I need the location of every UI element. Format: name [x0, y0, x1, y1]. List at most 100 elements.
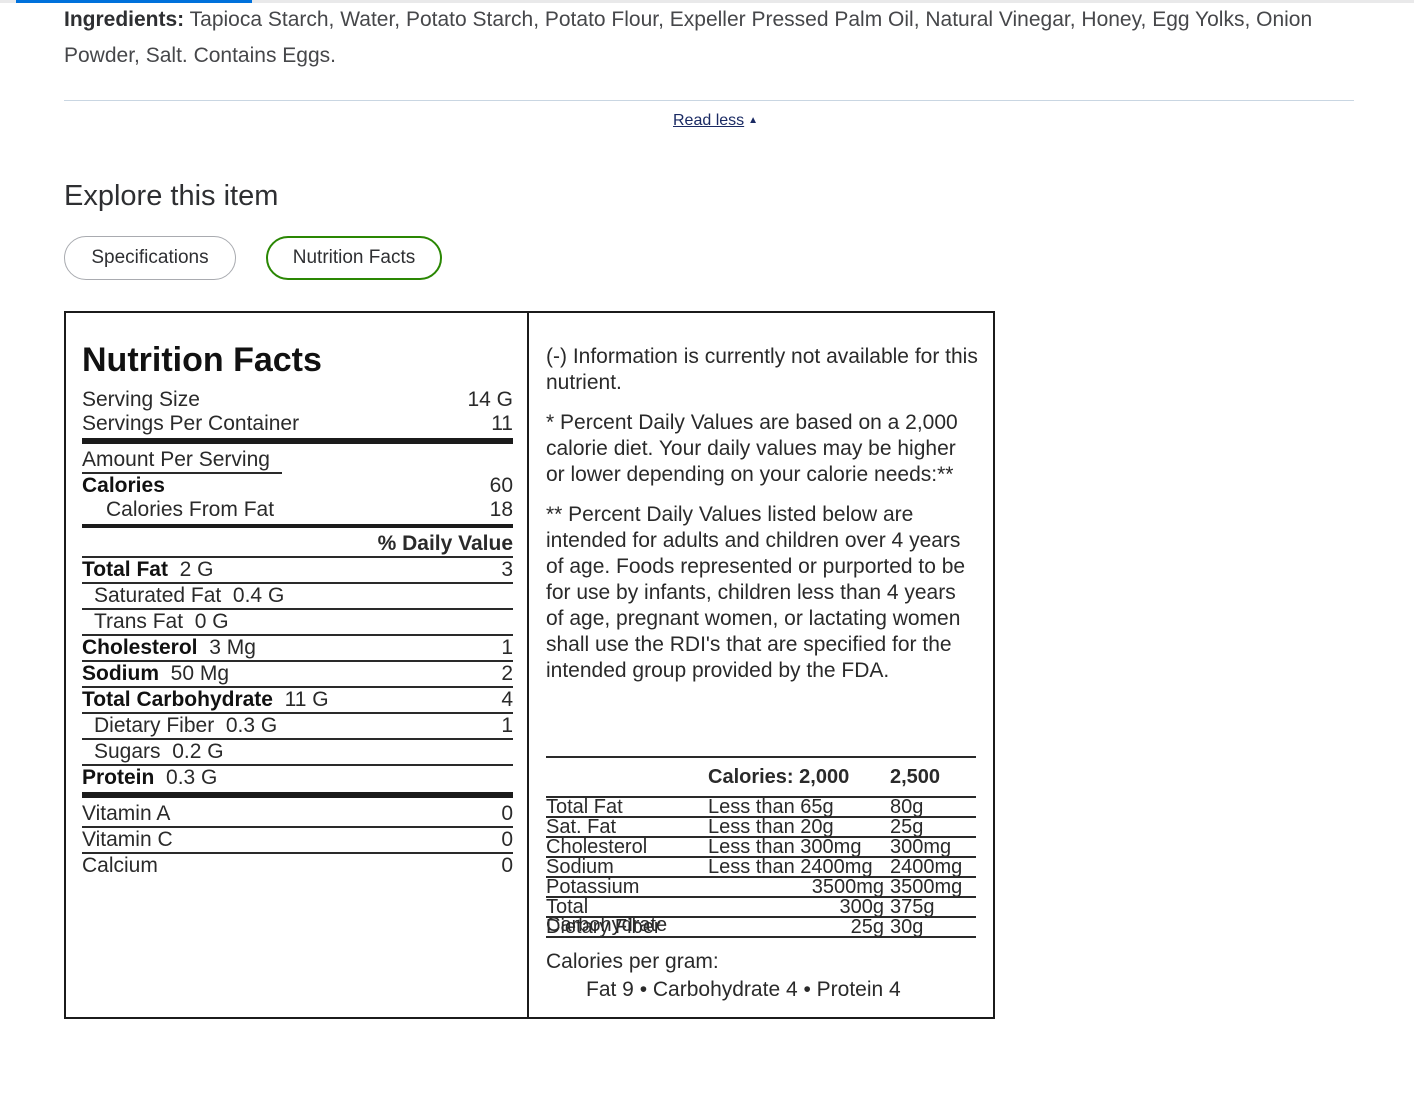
calories-value: 60 — [489, 474, 513, 497]
dv-limit: 3500mg — [811, 876, 884, 898]
nutrient-amount: 0.4 G — [232, 584, 285, 607]
servings-label: Servings Per Container — [82, 412, 300, 435]
nutrient-amount: 0 G — [194, 610, 229, 633]
serving-size-label: Serving Size — [82, 388, 200, 411]
dv-nutrient: Total Fat — [546, 796, 623, 818]
dv-nutrient: Sat. Fat — [546, 816, 617, 838]
nutrient-row: Cholesterol 3 Mg 1 — [82, 636, 513, 662]
dv-high: 2400mg — [890, 856, 963, 878]
calories-row: Calories 60 — [82, 474, 513, 498]
read-less-link[interactable]: Read less ▲ — [673, 112, 758, 130]
daily-values-row: Dietary Fiber 25g 30g — [546, 916, 976, 938]
dv-high: 30g — [890, 916, 924, 938]
nutrient-name: Sugars — [94, 740, 161, 763]
nutrient-name: Total Fat — [82, 558, 168, 581]
nutrient-dv: 1 — [501, 714, 513, 737]
ingredients-label: Ingredients: — [64, 8, 185, 31]
dv-limit: Less than 2400mg — [708, 856, 873, 878]
nutrient-row: Trans Fat 0 G — [82, 610, 513, 636]
dv-nutrient: Dietary Fiber — [546, 916, 661, 938]
servings-value: 11 — [491, 412, 513, 435]
header-calories-2000: Calories: 2,000 — [708, 765, 850, 788]
amount-per-serving-label: Amount Per Serving — [82, 448, 270, 471]
dv-high: 80g — [890, 796, 924, 818]
daily-values-row: Total Fat Less than 65g 80g — [546, 796, 976, 818]
nutrient-name: Saturated Fat — [94, 584, 222, 607]
daily-values-table: Calories: 2,000 2,500 Total Fat Less tha… — [546, 756, 976, 938]
pdv-adults-note: ** Percent Daily Values listed below are… — [546, 503, 966, 682]
calories-from-fat-row: Calories From Fat 18 — [82, 498, 513, 522]
nutrient-row: Sugars 0.2 G — [82, 740, 513, 766]
tab-nutrition-facts-label: Nutrition Facts — [292, 247, 416, 268]
tab-specifications-label: Specifications — [91, 247, 209, 268]
pdv-note: * Percent Daily Values are based on a 2,… — [546, 411, 958, 486]
nutrient-dv: 4 — [501, 688, 513, 711]
nutrient-name: Protein — [82, 766, 155, 789]
nutrient-amount: 3 Mg — [209, 636, 256, 659]
nutrient-amount: 50 Mg — [170, 662, 230, 685]
dv-limit: 300g — [839, 896, 885, 918]
nutrient-name: Cholesterol — [82, 636, 198, 659]
dv-limit: Less than 65g — [708, 796, 834, 818]
dv-high: 300mg — [890, 836, 952, 858]
vitamin-dv: 0 — [501, 802, 513, 825]
nutrient-amount: 0.3 G — [225, 714, 278, 737]
medium-rule — [82, 524, 513, 528]
nutrition-facts-title: Nutrition Facts — [82, 341, 322, 379]
nutrition-facts-label: Nutrition Facts Serving Size 14 G Servin… — [82, 338, 513, 878]
nutrient-dv: 3 — [501, 558, 513, 581]
calories-label: Calories — [82, 474, 165, 497]
vitamin-dv: 0 — [501, 854, 513, 877]
nutrient-row: Total Carbohydrate 11 G 4 — [82, 688, 513, 714]
ingredients-text: Ingredients: Tapioca Starch, Water, Pota… — [64, 2, 1364, 74]
vitamin-name: Vitamin A — [82, 802, 171, 825]
nutrient-name: Dietary Fiber — [94, 714, 215, 737]
panel-divider — [527, 311, 529, 1019]
dv-high: 25g — [890, 816, 924, 838]
vitamin-row: Vitamin C 0 — [82, 828, 513, 854]
explore-title: Explore this item — [64, 180, 279, 212]
serving-size-row: Serving Size 14 G — [82, 388, 513, 412]
nutrient-name: Sodium — [82, 662, 159, 685]
nutrient-dv: 1 — [501, 636, 513, 659]
thick-rule — [82, 792, 513, 798]
calories-from-fat-label: Calories From Fat — [106, 498, 275, 521]
servings-row: Servings Per Container 11 — [82, 412, 513, 436]
nutrient-dv: 2 — [501, 662, 513, 685]
dv-high: 375g — [890, 896, 935, 918]
daily-values-row: Sodium Less than 2400mg 2400mg — [546, 856, 976, 878]
nutrient-name: Trans Fat — [94, 610, 184, 633]
unavailable-note: (-) Information is currently not availab… — [546, 345, 978, 394]
tab-nutrition-facts[interactable]: Nutrition Facts — [266, 236, 442, 280]
caret-up-icon: ▲ — [748, 115, 759, 126]
dv-nutrient: Potassium — [546, 876, 640, 898]
nutrient-row: Saturated Fat 0.4 G — [82, 584, 513, 610]
vitamin-row: Vitamin A 0 — [82, 802, 513, 828]
daily-value-header: % Daily Value — [82, 532, 513, 558]
nutrient-amount: 2 G — [179, 558, 214, 581]
nutrient-row: Protein 0.3 G — [82, 766, 513, 790]
dv-limit: Less than 300mg — [708, 836, 862, 858]
vitamin-name: Vitamin C — [82, 828, 173, 851]
read-less-label: Read less — [673, 112, 745, 129]
calories-from-fat-value: 18 — [489, 498, 513, 521]
dv-nutrient: Total Carbohydrate — [546, 896, 668, 936]
dv-limit: Less than 20g — [708, 816, 834, 838]
daily-values-row: Sat. Fat Less than 20g 25g — [546, 816, 976, 838]
nutrient-amount: 0.2 G — [172, 740, 224, 763]
dv-nutrient: Sodium — [546, 856, 614, 878]
amount-per-serving: Amount Per Serving — [82, 448, 282, 474]
daily-values-row: Potassium 3500mg 3500mg — [546, 876, 976, 898]
nutrient-amount: 11 G — [284, 688, 329, 711]
vitamin-dv: 0 — [501, 828, 513, 851]
calories-per-gram-values: Fat 9 • Carbohydrate 4 • Protein 4 — [586, 978, 901, 1001]
nutrient-name: Total Carbohydrate — [82, 688, 273, 711]
calories-per-gram-label: Calories per gram: — [546, 950, 719, 973]
daily-values-header: Calories: 2,000 2,500 — [546, 758, 976, 798]
tab-specifications[interactable]: Specifications — [64, 236, 236, 280]
vitamin-row: Calcium 0 — [82, 854, 513, 878]
header-calories-2500: 2,500 — [890, 765, 941, 788]
nutrient-row: Dietary Fiber 0.3 G 1 — [82, 714, 513, 740]
dv-high: 3500mg — [890, 876, 963, 898]
serving-size-value: 14 G — [467, 388, 513, 411]
